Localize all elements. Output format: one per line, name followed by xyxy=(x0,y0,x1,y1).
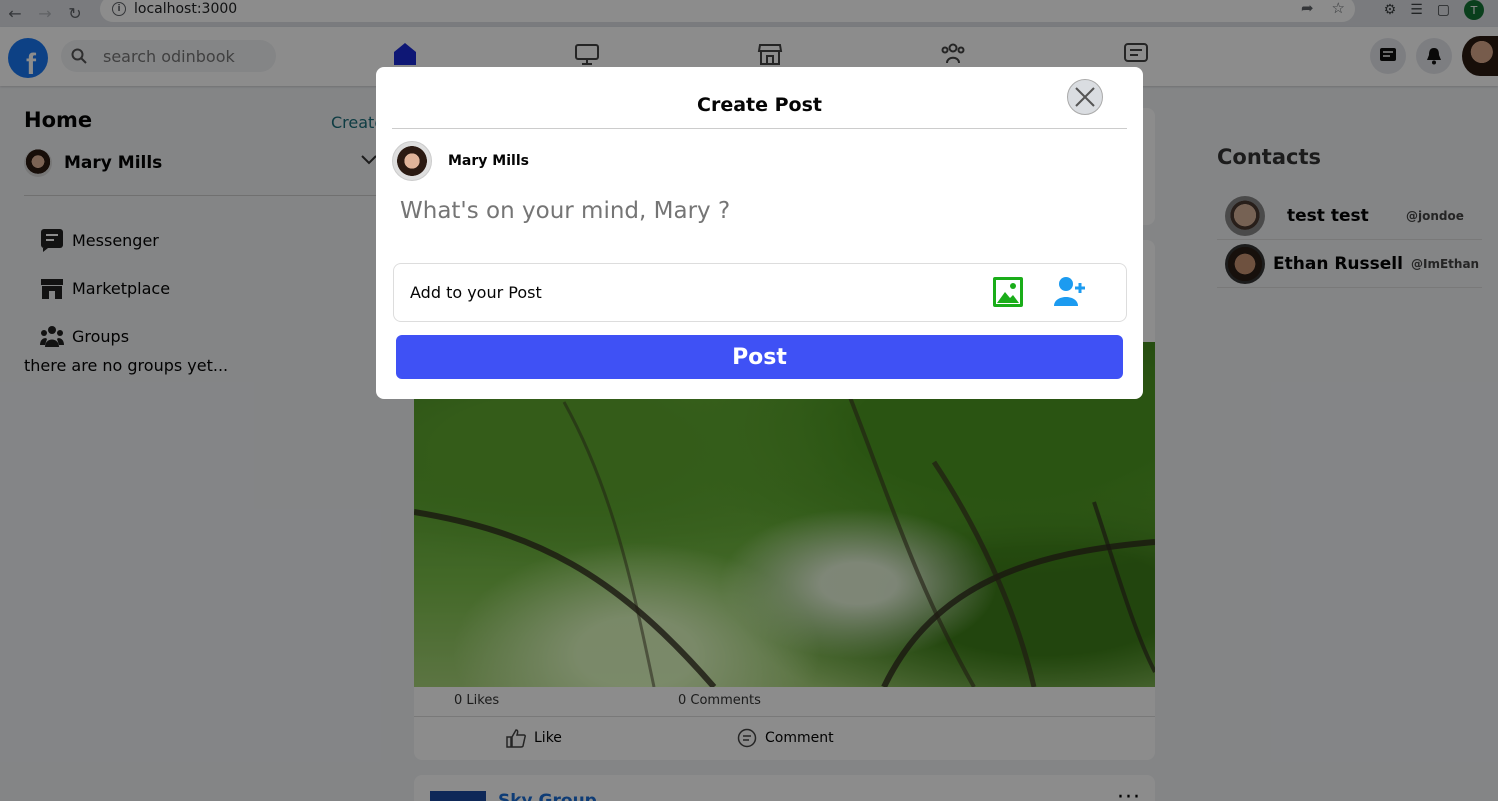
modal-user-name: Mary Mills xyxy=(448,153,529,169)
close-button[interactable] xyxy=(1067,79,1103,115)
close-icon xyxy=(1075,87,1095,107)
avatar xyxy=(392,141,432,181)
divider xyxy=(392,128,1127,129)
post-button[interactable]: Post xyxy=(396,335,1123,379)
tag-friends-icon[interactable] xyxy=(1053,275,1087,313)
modal-user: Mary Mills xyxy=(392,141,529,181)
image-icon[interactable] xyxy=(992,276,1024,312)
modal-title: Create Post xyxy=(697,94,822,116)
post-text-input[interactable] xyxy=(400,198,1100,224)
add-to-post-label: Add to your Post xyxy=(410,283,542,302)
create-post-modal: Create Post Mary Mills Add to your Post … xyxy=(376,67,1143,399)
add-to-post-box: Add to your Post xyxy=(393,263,1127,322)
